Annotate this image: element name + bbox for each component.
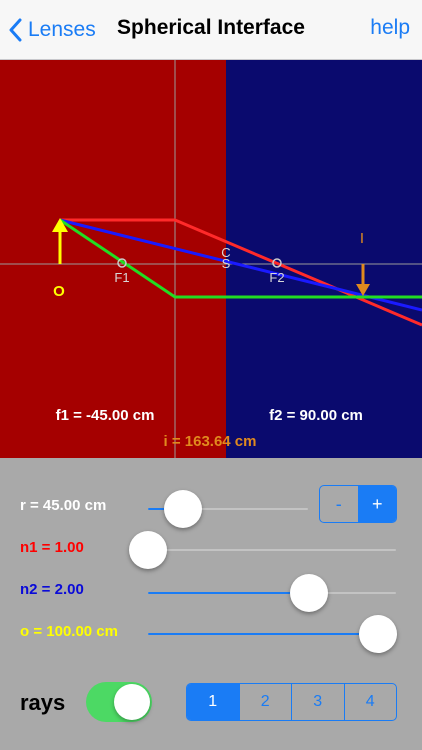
object-label: O — [53, 283, 65, 300]
radius-slider-thumb[interactable] — [164, 490, 203, 528]
back-button-label: Lenses — [28, 18, 96, 41]
radius-label: r = 45.00 cm — [20, 497, 107, 514]
radius-slider[interactable] — [148, 489, 308, 529]
object-distance-label: o = 100.00 cm — [20, 623, 118, 640]
ray-count-4[interactable]: 4 — [345, 684, 397, 720]
object-distance-slider-thumb[interactable] — [359, 615, 397, 653]
focus-2-label: F2 — [269, 270, 284, 285]
simulation-canvas: O I C S F1 F2 f1 = -45.00 cm f2 = 90.00 … — [0, 60, 422, 458]
rays-toggle[interactable] — [86, 682, 152, 722]
center-s-label: S — [222, 256, 231, 271]
object-distance-slider[interactable] — [148, 614, 397, 654]
ray-count-selector[interactable]: 1 2 3 4 — [186, 683, 397, 721]
focus-1-label: F1 — [114, 270, 129, 285]
back-button[interactable]: Lenses — [8, 12, 96, 48]
n2-slider[interactable] — [148, 573, 396, 613]
n1-label: n1 = 1.00 — [20, 539, 84, 556]
n1-slider-thumb[interactable] — [129, 531, 167, 569]
chevron-left-icon — [9, 18, 22, 42]
n2-slider-thumb[interactable] — [290, 574, 329, 612]
f1-readout: f1 = -45.00 cm — [56, 407, 155, 424]
n2-label: n2 = 2.00 — [20, 581, 84, 598]
radius-decrement-button[interactable]: - — [320, 486, 359, 522]
f2-readout: f2 = 90.00 cm — [269, 407, 363, 424]
medium-2-region — [226, 60, 422, 458]
n1-slider[interactable] — [129, 530, 396, 570]
radius-stepper[interactable]: - + — [319, 485, 397, 523]
rays-toggle-knob[interactable] — [114, 684, 150, 720]
optics-diagram: O I C S F1 F2 f1 = -45.00 cm f2 = 90.00 … — [0, 60, 422, 458]
navigation-bar: Lenses Spherical Interface help — [0, 0, 422, 60]
image-distance-readout: i = 163.64 cm — [164, 433, 257, 450]
ray-count-3[interactable]: 3 — [292, 684, 345, 720]
ray-count-2[interactable]: 2 — [240, 684, 292, 720]
help-button[interactable]: help — [370, 16, 410, 40]
rays-label: rays — [20, 690, 66, 715]
image-label: I — [360, 230, 364, 247]
ray-count-1[interactable]: 1 — [187, 684, 240, 720]
radius-increment-button[interactable]: + — [358, 486, 396, 522]
